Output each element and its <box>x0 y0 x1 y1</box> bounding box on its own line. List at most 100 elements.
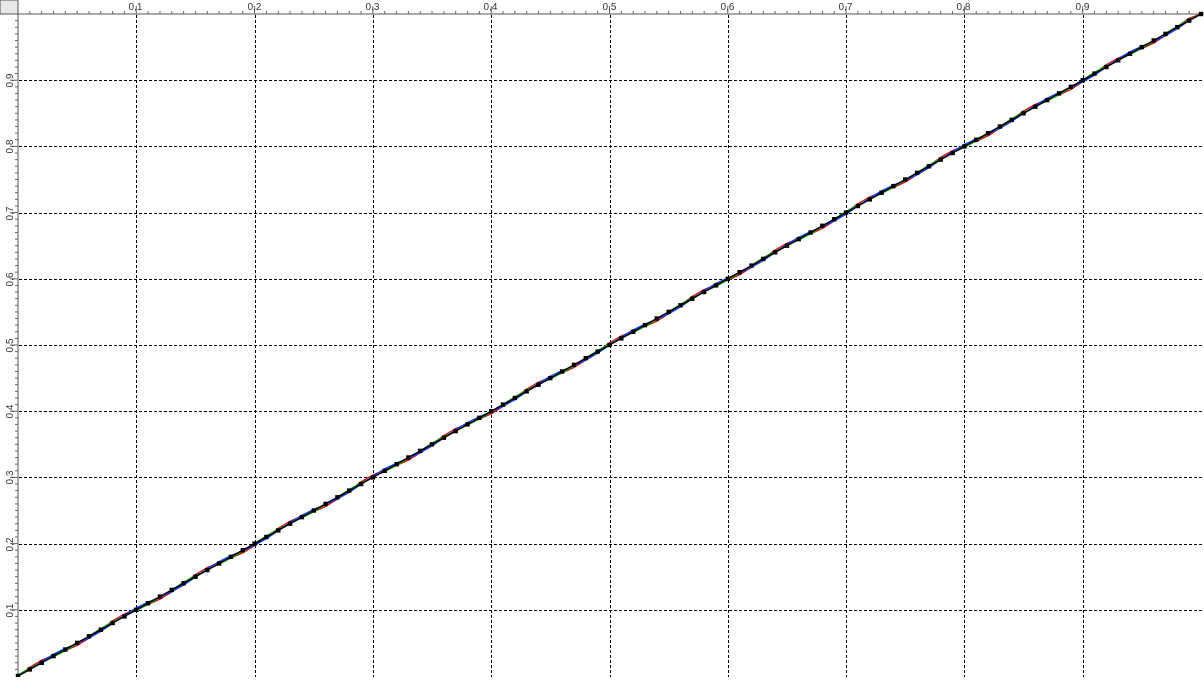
line-chart: 0,1 0,2 0,3 0,4 0,5 0,6 0,7 0,8 0,9 0,1 0,2 0,3 0,4 0… <box>0 0 1204 679</box>
data-point <box>595 349 600 354</box>
chart-container: 0,1 0,2 0,3 0,4 0,5 0,6 0,7 0,8 0,9 0,1 0,2 0,3 0,4 0… <box>0 0 1204 679</box>
data-point <box>311 508 316 513</box>
data-point <box>1080 78 1085 83</box>
data-point <box>110 620 115 626</box>
data-point <box>358 481 364 487</box>
data-point <box>382 468 387 473</box>
data-point <box>784 243 790 248</box>
ruler-corner <box>0 0 19 15</box>
data-point <box>406 455 411 460</box>
data-point <box>548 375 553 381</box>
data-point <box>347 488 352 493</box>
data-point <box>713 283 719 288</box>
y-tick-label: 0,3 <box>5 470 16 484</box>
data-point <box>985 131 991 136</box>
y-tick-label: 0,1 <box>5 603 16 617</box>
data-point <box>524 389 529 394</box>
data-point <box>855 203 861 209</box>
data-point <box>512 395 518 401</box>
data-point <box>903 177 908 182</box>
data-point <box>39 660 44 665</box>
data-point <box>1009 117 1014 123</box>
y-tick-label: 0,7 <box>5 206 16 220</box>
chart-background <box>0 0 1204 677</box>
data-point <box>1116 58 1121 63</box>
data-point <box>997 124 1003 129</box>
data-point <box>1151 38 1156 43</box>
data-point <box>772 250 778 255</box>
data-point <box>169 587 174 593</box>
x-tick-label: 0,8 <box>957 2 971 13</box>
data-point <box>891 183 896 189</box>
data-point <box>145 601 151 606</box>
data-point <box>879 190 884 195</box>
data-point <box>370 475 376 480</box>
data-point <box>737 270 742 275</box>
data-point <box>181 581 186 586</box>
data-point <box>1139 44 1144 50</box>
data-point <box>962 144 967 149</box>
data-point <box>122 614 127 619</box>
data-point <box>571 362 577 368</box>
data-point <box>1045 97 1050 103</box>
data-point <box>583 356 588 361</box>
data-point <box>560 369 565 374</box>
data-point <box>642 322 648 328</box>
data-point <box>157 594 163 599</box>
data-point <box>938 157 943 162</box>
y-tick-label: 0,5 <box>5 338 16 352</box>
data-point <box>1163 31 1168 37</box>
x-tick-label: 0,9 <box>1076 2 1090 13</box>
data-point <box>335 495 340 500</box>
x-tick-label: 0,2 <box>248 2 262 13</box>
data-point <box>607 342 612 348</box>
x-tick-label: 0,4 <box>484 2 498 13</box>
data-point <box>134 607 139 612</box>
data-point <box>950 150 955 156</box>
data-point <box>216 561 222 566</box>
data-point <box>820 223 825 228</box>
data-point <box>536 382 541 387</box>
data-point <box>701 289 707 295</box>
data-point <box>1092 71 1097 76</box>
data-point <box>252 541 257 546</box>
data-point <box>51 653 56 659</box>
data-point <box>1021 111 1026 116</box>
y-tick-label: 0,6 <box>5 272 16 286</box>
data-point <box>441 435 447 440</box>
data-point <box>1033 104 1038 109</box>
data-point <box>808 230 813 235</box>
data-point <box>299 514 305 520</box>
data-point <box>287 521 293 526</box>
x-tick-label: 0,3 <box>366 2 380 13</box>
data-point <box>1127 51 1133 56</box>
data-point <box>63 647 68 652</box>
data-point <box>27 667 32 672</box>
data-point <box>453 428 458 434</box>
x-tick-label: 0,1 <box>129 2 143 13</box>
data-point <box>1175 25 1180 30</box>
data-point <box>654 316 659 321</box>
data-point <box>205 567 210 573</box>
data-point <box>926 164 932 169</box>
y-tick-label: 0,8 <box>5 139 16 153</box>
data-point <box>418 448 423 454</box>
x-tick-label: 0,6 <box>721 2 735 13</box>
data-point <box>500 402 506 407</box>
data-point <box>832 217 837 222</box>
data-point <box>240 548 245 553</box>
data-point <box>264 534 269 540</box>
data-point <box>725 276 730 281</box>
data-point <box>394 462 399 467</box>
data-point <box>98 627 103 632</box>
data-point <box>86 634 92 639</box>
data-point <box>1056 91 1062 96</box>
data-point <box>193 574 198 579</box>
x-tick-label: 0,7 <box>839 2 853 13</box>
y-tick-label: 0,4 <box>5 404 16 418</box>
data-point <box>796 236 801 242</box>
data-point <box>761 256 766 262</box>
data-point <box>477 415 482 420</box>
data-point <box>429 442 435 447</box>
data-point <box>619 336 624 341</box>
